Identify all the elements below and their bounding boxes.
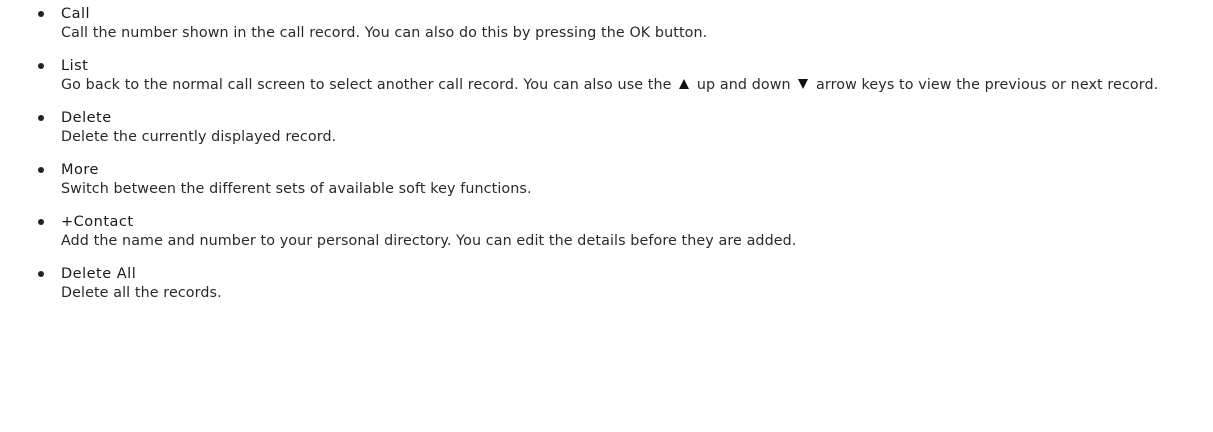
list-item-contact: +Contact Add the name and number to your… [0, 213, 1213, 251]
bullet-icon [38, 115, 44, 121]
item-term: List [61, 58, 89, 74]
list-item-list: List Go back to the normal call screen t… [0, 57, 1213, 95]
item-description: Switch between the different sets of ava… [61, 181, 532, 197]
description-part-3: arrow keys to view the previous or next … [816, 77, 1159, 93]
list-item-call: Call Call the number shown in the call r… [0, 5, 1213, 43]
bullet-icon [38, 11, 44, 17]
item-description: Go back to the normal call screen to sel… [61, 75, 1211, 95]
item-description: Add the name and number to your personal… [61, 233, 797, 249]
item-description: Delete all the records. [61, 285, 222, 301]
item-description: Delete the currently displayed record. [61, 129, 337, 145]
bullet-icon [38, 219, 44, 225]
bullet-icon [38, 167, 44, 173]
item-description: Call the number shown in the call record… [61, 25, 708, 41]
description-part-1: Go back to the normal call screen to sel… [61, 77, 672, 93]
down-arrow-icon [797, 78, 809, 90]
list-item-more: More Switch between the different sets o… [0, 161, 1213, 199]
item-term: More [61, 162, 99, 178]
bullet-icon [38, 271, 44, 277]
up-arrow-icon [678, 78, 690, 90]
item-term: Call [61, 6, 91, 22]
description-part-2: up and down [696, 77, 791, 93]
list-item-delete: Delete Delete the currently displayed re… [0, 109, 1213, 147]
bullet-icon [38, 63, 44, 69]
list-item-delete-all: Delete All Delete all the records. [0, 265, 1213, 303]
soft-key-list-page: Call Call the number shown in the call r… [0, 0, 1213, 432]
item-term: Delete All [61, 266, 137, 282]
item-term: Delete [61, 110, 112, 126]
item-term: +Contact [61, 214, 134, 230]
